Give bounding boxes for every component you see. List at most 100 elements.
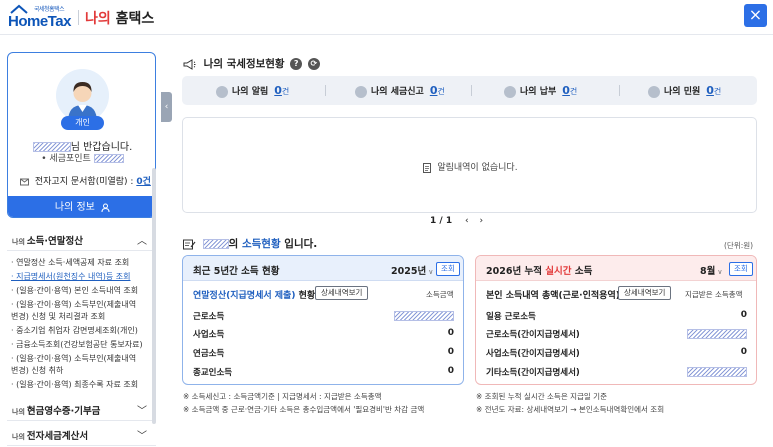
coin-icon [504, 85, 516, 98]
submenu-item[interactable]: · (일용·간이·용역) 최종수록 자료 조회 [11, 379, 138, 391]
status-bar: 나의 알림 0건 나의 세금신고 0건 나의 납부 0건 나의 민원 0건 [182, 76, 757, 105]
mailbox-icon [20, 178, 29, 186]
card-subtitle: 연말정산(지급명세서 제출) 현황 [193, 291, 316, 301]
unit-label: (단위:원) [724, 241, 754, 250]
income-submenu: · 연말정산 소득·세액공제 자료 조회 · 지급명세서(원천징수 내역)등 조… [7, 254, 156, 399]
my-info-button[interactable]: 나의 정보 [8, 196, 155, 217]
divider [471, 85, 472, 96]
row-label: 기타소득(간이지급명세서) [486, 368, 580, 378]
menu-income-label: 나의 소득·연말정산 [12, 236, 83, 247]
stat-value[interactable]: 0 [274, 84, 282, 97]
unread-count[interactable]: 0건 [136, 177, 151, 187]
footnote: ※ 조회된 누적 실시간 소득은 지급일 기준 [476, 392, 607, 401]
page-title: 나의 홈택스 [85, 8, 154, 28]
logo-divider [78, 10, 79, 25]
close-button[interactable]: × [744, 4, 767, 27]
year-select[interactable]: 2025년 ∨ [391, 263, 433, 277]
menu-tax-invoice-label: 나의 전자세금계산서 [12, 431, 89, 442]
footnote: ※ 소득세신고 : 소득금액기준 | 지급명세서 : 지급받은 소득총액 [183, 392, 382, 401]
submenu-item[interactable]: · 연말정산 소득·세액공제 자료 조회 [11, 257, 129, 269]
status-section-title: 나의 국세정보현황 ? ⟳ [183, 56, 320, 71]
pager: 1 / 1 ‹ › [430, 216, 483, 226]
row-label: 사업소득(간이지급명세서) [486, 349, 580, 359]
detail-button[interactable]: 상세내역보기 [618, 286, 672, 300]
masked-points [93, 154, 124, 163]
menu-income[interactable]: 나의 소득·연말정산 ︿ [7, 227, 156, 251]
submenu-item-cont[interactable]: 변경) 신청 및 처리결과 조회 [11, 311, 105, 323]
card-subtitle: 본인 소득내역 총액(근로·인적용역) [486, 291, 620, 301]
footnote: ※ 소득금액 중 근로·연금·기타 소득은 총수입금액에서 '필요경비'반 차감… [183, 405, 425, 414]
stat-payment[interactable]: 나의 납부 0건 [504, 84, 577, 98]
stat-label: 나의 납부 [520, 87, 557, 97]
stat-value[interactable]: 0 [706, 84, 714, 97]
chevron-up-icon: ︿ [137, 236, 147, 247]
row-label: 근로소득(간이지급명세서) [486, 330, 580, 340]
detail-button[interactable]: 상세내역보기 [315, 286, 369, 300]
status-title-text: 나의 국세정보현황 [203, 58, 285, 70]
divider [325, 85, 326, 96]
menu-cash-label: 나의 현금영수증·기부금 [12, 406, 101, 417]
unread-label: 전자고지 문서함(미열람) : [34, 177, 137, 187]
stat-value[interactable]: 0 [562, 84, 570, 97]
megaphone-icon [183, 58, 196, 70]
sidebar-scrollbar[interactable] [152, 168, 156, 424]
user-avatar-icon [56, 69, 109, 122]
hometax-logo[interactable]: 국세청홈택스 HomeTax [8, 4, 74, 30]
submenu-item-cont[interactable]: 변경) 신청 취하 [11, 365, 63, 377]
menu-cash-receipt[interactable]: 나의 현금영수증·기부금 ﹀ [7, 397, 156, 421]
next-page-button[interactable]: › [479, 216, 483, 226]
submenu-item[interactable]: · 중소기업 취업자 감면명세조회(개인) [11, 325, 138, 337]
stat-label: 나의 민원 [664, 87, 701, 97]
header: 국세청홈택스 HomeTax 나의 홈택스 × [0, 0, 773, 35]
sidebar: 개인 님 반갑습니다. • 세금포인트 전자고지 문서함(미열람) : 0건 나… [7, 52, 156, 446]
masked-value [687, 329, 747, 339]
tax-points[interactable]: • 세금포인트 [8, 151, 155, 164]
income-title-highlight: 소득현황 [241, 238, 281, 250]
row-value: 0 [740, 347, 747, 357]
stat-civil[interactable]: 나의 민원 0건 [648, 84, 721, 98]
row-value: 0 [447, 366, 454, 376]
masked-value [687, 367, 747, 377]
five-year-income-card: 최근 5년간 소득 현황 2025년 ∨ 조회 연말정산(지급명세서 제출) 현황… [182, 255, 464, 385]
tax-points-label: • 세금포인트 [41, 154, 91, 164]
row-value: 0 [447, 328, 454, 338]
help-icon[interactable]: ? [290, 58, 303, 70]
month-select[interactable]: 8월 ∨ [700, 263, 722, 277]
submenu-item-active[interactable]: · 지급명세서(원천징수 내역)등 조회 [11, 271, 130, 283]
profile-card: 개인 님 반갑습니다. • 세금포인트 전자고지 문서함(미열람) : 0건 나… [7, 52, 156, 218]
realtime-income-card: 2026년 누적 실시간 소득 8월 ∨ 조회 본인 소득내역 총액(근로·인적용… [475, 255, 757, 385]
column-label: 소득금액 [426, 290, 454, 299]
sidebar-collapse-toggle[interactable]: ‹ [161, 92, 172, 122]
stat-alerts[interactable]: 나의 알림 0건 [216, 84, 289, 98]
card-header: 최근 5년간 소득 현황 2025년 ∨ 조회 [183, 256, 463, 281]
masked-value [394, 311, 454, 321]
lookup-button[interactable]: 조회 [436, 262, 460, 276]
page-indicator: 1 / 1 [430, 216, 453, 226]
submenu-item[interactable]: · 금융소득조회(건강보험공단 통보자료) [11, 339, 143, 351]
divider [619, 85, 620, 96]
refresh-icon[interactable]: ⟳ [307, 58, 320, 70]
submenu-item[interactable]: · (일용·간이·용역) 본인 소득내역 조회 [11, 285, 138, 297]
bell-icon [216, 85, 228, 98]
submenu-item[interactable]: · (일용·간이·용역) 소득부인(제출내역 [11, 299, 136, 311]
prev-page-button[interactable]: ‹ [465, 216, 469, 226]
user-type-badge: 개인 [61, 116, 104, 130]
row-label: 근로소득 [193, 312, 225, 322]
stat-label: 나의 알림 [232, 87, 269, 97]
page-title-rest: 홈택스 [110, 11, 155, 27]
row-label: 연금소득 [193, 349, 225, 359]
clipboard-icon [648, 85, 660, 98]
menu-tax-invoice[interactable]: 나의 전자세금계산서 ﹀ [7, 422, 156, 446]
row-value: 0 [447, 347, 454, 357]
document-icon [423, 162, 432, 173]
stat-tax-filing[interactable]: 나의 세금신고 0건 [355, 84, 445, 98]
submenu-item[interactable]: · (일용·간이·용역) 소득부인(제출내역 [11, 353, 136, 365]
page-title-highlight: 나의 [85, 11, 111, 27]
avatar [56, 69, 109, 122]
footnote: ※ 전년도 자료: 상세내역보기 → 본인소득내역확인에서 조회 [476, 405, 665, 414]
memo-icon [183, 239, 196, 249]
income-section-title: 의 소득현황 입니다. [183, 236, 317, 251]
person-icon [101, 203, 110, 212]
unread-notices[interactable]: 전자고지 문서함(미열람) : 0건 [20, 174, 151, 187]
lookup-button[interactable]: 조회 [729, 262, 753, 276]
